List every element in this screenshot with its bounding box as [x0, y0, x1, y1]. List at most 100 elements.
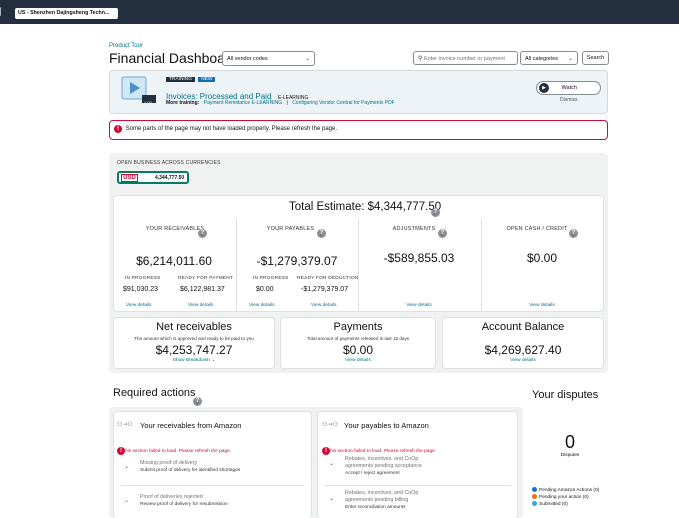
legend-label: Pending your action (0) — [539, 495, 589, 500]
rebates-acceptance-title1: Rebates, incentives, and CoOp — [345, 456, 419, 462]
open-business-heading: OPEN BUSINESS ACROSS CURRENCIES — [117, 160, 221, 166]
net-receivables-desc: The amount which is approved and ready t… — [134, 336, 254, 341]
badge-training: TRAINING — [166, 77, 195, 82]
disputes-title: Your disputes — [532, 389, 599, 401]
ready-for-payment-value: $6,122,981.37 — [180, 286, 225, 293]
receivables-panel-error: ! his section failed to load. Please refr… — [117, 439, 231, 457]
view-details-link[interactable]: View details — [311, 303, 337, 308]
chevron-down-icon[interactable]: ⌄ — [124, 497, 129, 504]
ready-for-deduction-label: READY FOR DEDUCTION — [297, 276, 359, 281]
payables-value: -$1,279,379.07 — [256, 254, 338, 268]
adjustments-label: ADJUSTMENTS — [359, 226, 469, 232]
watch-label: Watch — [561, 85, 577, 91]
dismiss-link[interactable]: Dismiss — [560, 97, 578, 103]
payables-panel-title: Your payables to Amazon — [344, 421, 429, 430]
view-details-link[interactable]: View details — [126, 303, 152, 308]
rebates-acceptance-sub: Accept / reject agreement — [345, 471, 400, 476]
rebates-billing-item[interactable]: Rebates, incentives, and CoOp agreements… — [345, 490, 515, 511]
net-receivables-title: Net receivables — [156, 321, 232, 333]
divider — [121, 485, 305, 486]
training-thumbnail[interactable]: 1:00 — [118, 73, 160, 109]
legend-dot — [532, 494, 537, 500]
view-details-link[interactable]: View details — [280, 358, 436, 363]
show-breakdown-link[interactable]: Show Breakdown ⌄ — [113, 358, 275, 363]
chevron-down-icon[interactable]: ⌄ — [329, 495, 334, 502]
payables-error-text: his section failed to load. Please refre… — [330, 449, 437, 454]
legend-submitted: Submitted (0) — [532, 501, 599, 508]
invoice-search-input[interactable]: ⚲ Enter invoice number or payment — [413, 51, 518, 65]
account-balance-title: Account Balance — [481, 321, 565, 333]
page-title: Financial Dashboard — [109, 50, 238, 66]
ready-for-deduction-value: -$1,279,379.07 — [301, 286, 349, 293]
badge-new: NEW — [198, 77, 216, 82]
more-training-label: More training: — [166, 100, 200, 106]
category-select-value: All categories — [525, 56, 559, 62]
rebates-billing-sub: Enter reconciliation amounts — [345, 505, 406, 510]
chevron-down-icon: ⌄ — [304, 56, 310, 62]
payments-title: Payments — [333, 321, 383, 333]
rebates-billing-title2: agreements pending billing — [345, 497, 409, 503]
receivables-in-progress-label: IN PROGRESS — [125, 276, 161, 281]
configuring-vendor-link[interactable]: Configuring Vendor Central for Payments … — [292, 100, 395, 106]
chevron-down-icon[interactable]: ⌄ — [194, 398, 200, 406]
required-actions-title: Required actions — [113, 387, 196, 399]
chevron-down-icon[interactable]: ⌄ — [432, 209, 438, 217]
people-icon: ⚇⇢⚇ — [322, 422, 338, 428]
open-cash-label-text: OPEN CASH / CREDIT — [506, 226, 568, 232]
disputes-count: 0 — [564, 432, 575, 452]
payables-label: YOUR PAYABLES — [237, 226, 344, 232]
chevron-down-icon: ⌄ — [567, 56, 573, 62]
training-badges: TRAINING NEW — [166, 77, 216, 83]
payables-in-progress-value: $0.00 — [256, 286, 274, 293]
play-icon: ▶ — [539, 83, 549, 93]
alert-content: ! Some parts of the page may not have lo… — [114, 125, 337, 133]
currency-tab-usd[interactable]: USD 4,344,777.50 — [117, 171, 189, 184]
alert-text: Some parts of the page may not have load… — [125, 126, 338, 132]
disputes-legend: Pending Amazon Actions (0) Pending your … — [532, 487, 599, 508]
chevron-down-icon[interactable]: ⌄ — [124, 463, 129, 470]
chevron-down-icon[interactable]: ⌄ — [439, 230, 445, 238]
view-details-link[interactable]: View details — [359, 303, 479, 308]
adjustments-value: -$589,855.03 — [383, 251, 455, 265]
legend-label: Pending Amazon Actions (0) — [539, 488, 600, 493]
category-select[interactable]: All categories ⌄ — [520, 51, 578, 65]
product-tour-link[interactable]: Product Tour — [109, 43, 143, 49]
pod-rejected-sub: Review proof of delivery for resubmissio… — [140, 502, 228, 507]
column-divider — [481, 218, 482, 312]
view-details-link[interactable]: View details — [442, 358, 604, 363]
watch-button[interactable]: ▶ Watch — [536, 81, 601, 95]
chevron-down-icon[interactable]: ⌄ — [199, 230, 205, 238]
disputes-count-label: Disputes — [560, 453, 580, 458]
legend-pending-amazon: Pending Amazon Actions (0) — [532, 487, 599, 494]
column-divider — [358, 218, 359, 312]
chevron-down-icon[interactable]: ⌄ — [570, 230, 576, 238]
account-switcher[interactable]: US - Shenzhen Dajingsheng Techn... — [15, 8, 118, 19]
missing-pod-item[interactable]: Missing proof of delivery Submit proof o… — [140, 460, 305, 474]
more-training-row: More training: Payment Remittance E-LEAR… — [166, 100, 395, 106]
search-button[interactable]: Search — [582, 51, 609, 65]
show-breakdown-label: Show Breakdown — [172, 358, 210, 363]
menu-edge-icon[interactable]: ▏ — [0, 8, 5, 18]
legend-label: Submitted (0) — [539, 502, 568, 507]
payables-panel-error: ! his section failed to load. Please refr… — [322, 439, 436, 457]
open-cash-value: $0.00 — [526, 251, 558, 265]
rebates-acceptance-title2: agreements pending acceptance — [345, 463, 422, 469]
view-details-link[interactable]: View details — [249, 303, 275, 308]
divider — [325, 485, 511, 486]
chevron-down-icon[interactable]: ⌄ — [329, 460, 334, 467]
video-thumbnail-icon — [121, 76, 156, 103]
view-details-link[interactable]: View details — [482, 303, 602, 308]
rebates-acceptance-item[interactable]: Rebates, incentives, and CoOp agreements… — [345, 456, 515, 477]
payment-remittance-link[interactable]: Payment Remittance E-LEARNING — [204, 100, 282, 106]
pod-rejected-item[interactable]: Proof of deliveries rejected Review proo… — [140, 494, 305, 508]
view-details-link[interactable]: View details — [188, 303, 214, 308]
legend-dot — [532, 501, 537, 507]
receivables-label: YOUR RECEIVABLES — [114, 226, 236, 232]
missing-pod-title: Missing proof of delivery — [140, 460, 198, 466]
error-icon: ! — [117, 447, 125, 455]
payments-value: $0.00 — [342, 343, 374, 357]
people-icon: ⚇⇢⚇ — [117, 422, 133, 428]
chevron-down-icon[interactable]: ⌄ — [318, 230, 324, 238]
receivables-error-text: his section failed to load. Please refre… — [125, 449, 232, 454]
vendor-code-select[interactable]: All vendor codes ⌄ — [222, 51, 315, 66]
